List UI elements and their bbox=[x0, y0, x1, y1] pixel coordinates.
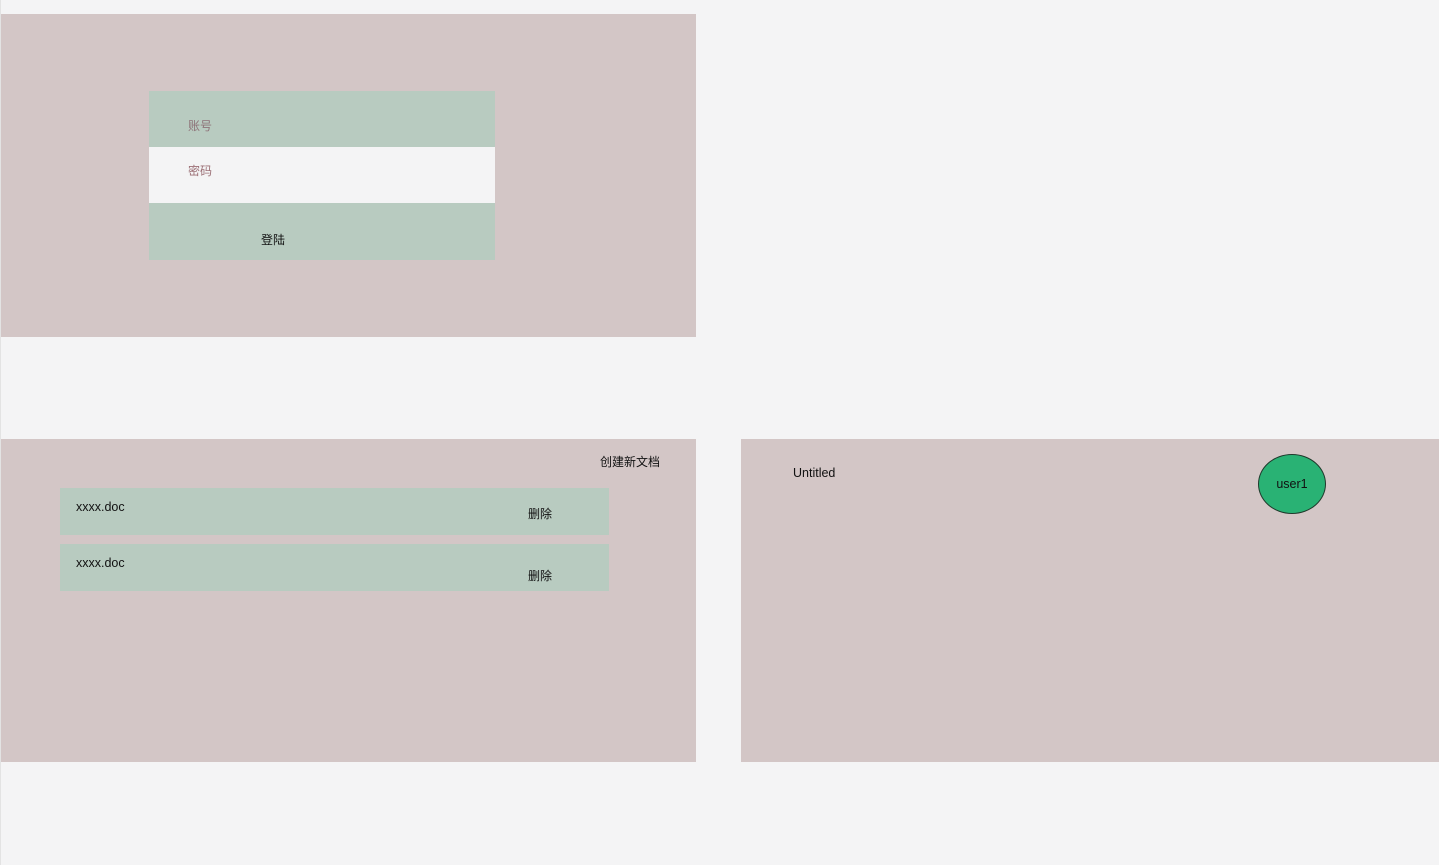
document-list-frame: 创建新文档 xxxx.doc 删除 xxxx.doc 删除 bbox=[1, 439, 696, 762]
delete-button[interactable]: 删除 bbox=[528, 567, 552, 584]
create-document-button[interactable]: 创建新文档 bbox=[600, 453, 660, 470]
document-row[interactable]: xxxx.doc 删除 bbox=[60, 544, 609, 591]
user-avatar[interactable]: user1 bbox=[1258, 454, 1326, 514]
password-input[interactable] bbox=[149, 147, 495, 203]
login-frame: 登陆 bbox=[1, 14, 696, 337]
account-input[interactable] bbox=[149, 91, 495, 147]
document-name: xxxx.doc bbox=[76, 500, 125, 514]
login-button-label: 登陆 bbox=[261, 233, 286, 247]
login-button[interactable]: 登陆 bbox=[149, 203, 495, 260]
user-name: user1 bbox=[1276, 477, 1308, 491]
document-name: xxxx.doc bbox=[76, 556, 125, 570]
delete-button[interactable]: 删除 bbox=[528, 505, 552, 522]
document-title[interactable]: Untitled bbox=[793, 466, 835, 480]
document-row[interactable]: xxxx.doc 删除 bbox=[60, 488, 609, 535]
editor-frame: Untitled user1 bbox=[741, 439, 1439, 762]
login-form: 登陆 bbox=[149, 91, 495, 260]
